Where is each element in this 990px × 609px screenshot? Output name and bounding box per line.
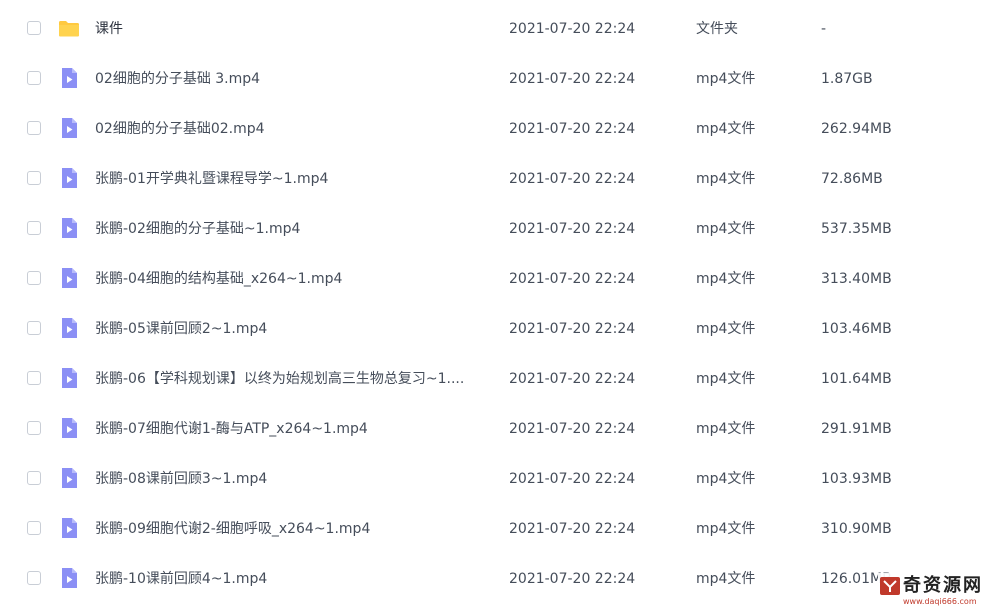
file-type: mp4文件 (696, 321, 756, 337)
file-row[interactable]: 张鹏-07细胞代谢1-酶与ATP_x264~1.mp4 2021-07-20 2… (0, 404, 990, 454)
video-file-icon (62, 518, 77, 538)
file-name[interactable]: 张鹏-04细胞的结构基础_x264~1.mp4 (95, 254, 490, 304)
row-checkbox[interactable] (27, 471, 41, 485)
file-date: 2021-07-20 22:24 (509, 121, 636, 137)
video-file-icon (62, 418, 77, 438)
file-size: 103.46MB (821, 321, 892, 337)
file-name[interactable]: 张鹏-07细胞代谢1-酶与ATP_x264~1.mp4 (95, 404, 490, 454)
file-date: 2021-07-20 22:24 (509, 521, 636, 537)
file-size: 310.90MB (821, 521, 892, 537)
file-type: mp4文件 (696, 171, 756, 187)
file-type: mp4文件 (696, 271, 756, 287)
file-row[interactable]: 课件 2021-07-20 22:24 文件夹 - (0, 4, 990, 54)
video-file-icon (62, 468, 77, 488)
video-file-icon (62, 368, 77, 388)
file-row[interactable]: 张鹏-09细胞代谢2-细胞呼吸_x264~1.mp4 2021-07-20 22… (0, 504, 990, 554)
file-type: 文件夹 (696, 21, 738, 37)
file-date: 2021-07-20 22:24 (509, 571, 636, 587)
video-file-icon (62, 168, 77, 188)
file-size: 262.94MB (821, 121, 892, 137)
file-list: 课件 2021-07-20 22:24 文件夹 - 02细胞的分子基础 3.mp… (0, 0, 990, 609)
row-checkbox[interactable] (27, 171, 41, 185)
file-type: mp4文件 (696, 71, 756, 87)
video-file-icon (62, 68, 77, 88)
file-row[interactable]: 张鹏-02细胞的分子基础~1.mp4 2021-07-20 22:24 mp4文… (0, 204, 990, 254)
file-name[interactable]: 张鹏-01开学典礼暨课程导学~1.mp4 (95, 154, 490, 204)
video-file-icon (62, 118, 77, 138)
file-size: - (821, 21, 827, 37)
row-checkbox[interactable] (27, 321, 41, 335)
file-date: 2021-07-20 22:24 (509, 171, 636, 187)
file-name[interactable]: 02细胞的分子基础02.mp4 (95, 104, 490, 154)
file-name[interactable]: 张鹏-06【学科规划课】以终为始规划高三生物总复习~1.... (95, 354, 490, 404)
file-row[interactable]: 张鹏-10课前回顾4~1.mp4 2021-07-20 22:24 mp4文件 … (0, 554, 990, 604)
row-checkbox[interactable] (27, 21, 41, 35)
file-type: mp4文件 (696, 121, 756, 137)
file-row[interactable]: 02细胞的分子基础02.mp4 2021-07-20 22:24 mp4文件 2… (0, 104, 990, 154)
file-name[interactable]: 张鹏-09细胞代谢2-细胞呼吸_x264~1.mp4 (95, 504, 490, 554)
file-row[interactable]: 02细胞的分子基础 3.mp4 2021-07-20 22:24 mp4文件 1… (0, 54, 990, 104)
file-type: mp4文件 (696, 521, 756, 537)
file-size: 72.86MB (821, 171, 883, 187)
file-name[interactable]: 张鹏-02细胞的分子基础~1.mp4 (95, 204, 490, 254)
file-name[interactable]: 02细胞的分子基础 3.mp4 (95, 54, 490, 104)
video-file-icon (62, 568, 77, 588)
file-name[interactable]: 张鹏-05课前回顾2~1.mp4 (95, 304, 490, 354)
row-checkbox[interactable] (27, 571, 41, 585)
file-row[interactable]: 张鹏-04细胞的结构基础_x264~1.mp4 2021-07-20 22:24… (0, 254, 990, 304)
file-size: 101.64MB (821, 371, 892, 387)
file-date: 2021-07-20 22:24 (509, 321, 636, 337)
file-type: mp4文件 (696, 421, 756, 437)
watermark-title: 奇资源网 (903, 575, 983, 596)
file-size: 291.91MB (821, 421, 892, 437)
file-type: mp4文件 (696, 471, 756, 487)
file-size: 103.93MB (821, 471, 892, 487)
row-checkbox[interactable] (27, 521, 41, 535)
site-watermark: 奇资源网 www.daqi666.com (878, 573, 990, 609)
video-file-icon (62, 318, 77, 338)
file-type: mp4文件 (696, 221, 756, 237)
row-checkbox[interactable] (27, 221, 41, 235)
file-type: mp4文件 (696, 371, 756, 387)
video-file-icon (62, 218, 77, 238)
file-size: 313.40MB (821, 271, 892, 287)
video-file-icon (62, 268, 77, 288)
file-name[interactable]: 张鹏-10课前回顾4~1.mp4 (95, 554, 490, 604)
file-date: 2021-07-20 22:24 (509, 471, 636, 487)
file-row[interactable]: 张鹏-01开学典礼暨课程导学~1.mp4 2021-07-20 22:24 mp… (0, 154, 990, 204)
folder-icon (59, 21, 79, 37)
row-checkbox[interactable] (27, 421, 41, 435)
file-row[interactable]: 张鹏-08课前回顾3~1.mp4 2021-07-20 22:24 mp4文件 … (0, 454, 990, 504)
file-row[interactable]: 张鹏-06【学科规划课】以终为始规划高三生物总复习~1.... 2021-07-… (0, 354, 990, 404)
watermark-url: www.daqi666.com (903, 597, 977, 606)
file-row[interactable]: 张鹏-05课前回顾2~1.mp4 2021-07-20 22:24 mp4文件 … (0, 304, 990, 354)
watermark-logo-icon (880, 577, 900, 595)
file-date: 2021-07-20 22:24 (509, 71, 636, 87)
file-name[interactable]: 课件 (95, 4, 490, 54)
file-date: 2021-07-20 22:24 (509, 271, 636, 287)
file-date: 2021-07-20 22:24 (509, 421, 636, 437)
row-checkbox[interactable] (27, 71, 41, 85)
file-date: 2021-07-20 22:24 (509, 21, 636, 37)
file-name[interactable]: 张鹏-08课前回顾3~1.mp4 (95, 454, 490, 504)
file-date: 2021-07-20 22:24 (509, 221, 636, 237)
file-type: mp4文件 (696, 571, 756, 587)
file-date: 2021-07-20 22:24 (509, 371, 636, 387)
file-size: 537.35MB (821, 221, 892, 237)
row-checkbox[interactable] (27, 371, 41, 385)
row-checkbox[interactable] (27, 121, 41, 135)
row-checkbox[interactable] (27, 271, 41, 285)
file-size: 1.87GB (821, 71, 873, 87)
